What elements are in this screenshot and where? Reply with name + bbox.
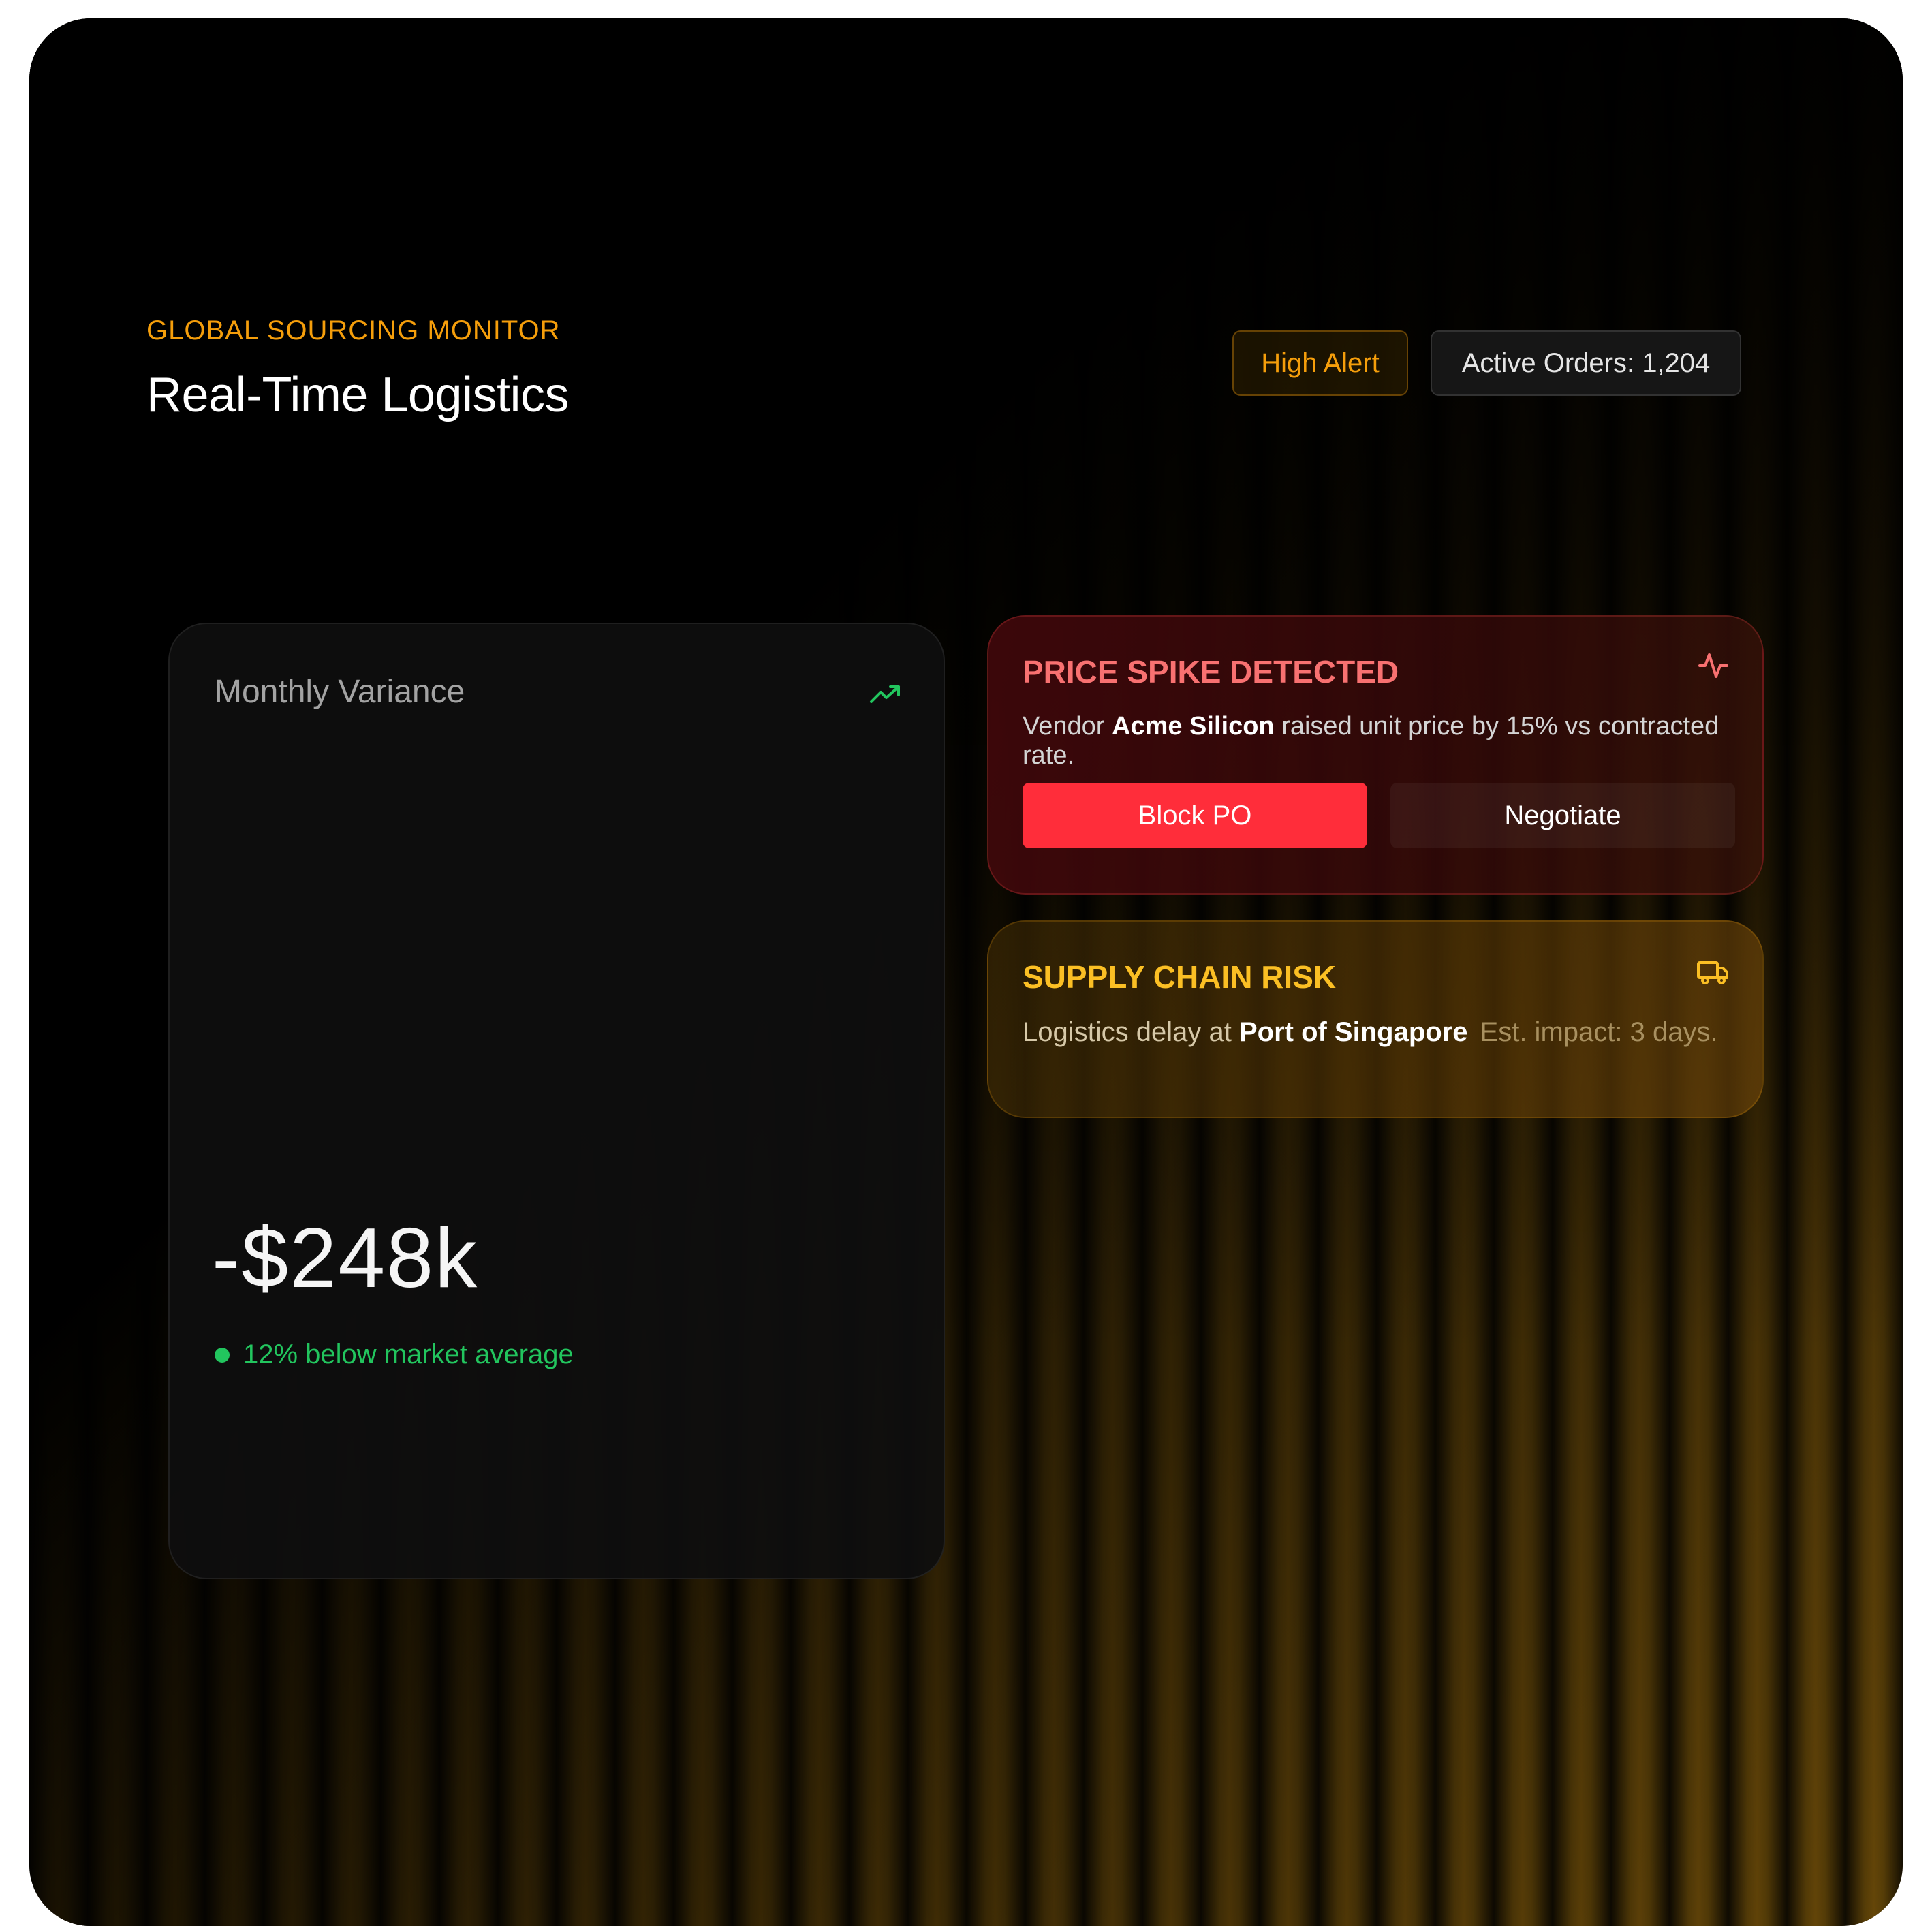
variance-value: -$248k: [212, 1211, 479, 1305]
supply-chain-risk-card: SUPPLY CHAIN RISK Logistics delay at Por…: [987, 920, 1764, 1118]
pulse-icon: [1698, 653, 1728, 678]
trending-up-icon: [870, 685, 900, 703]
app-frame: GLOBAL SOURCING MONITOR Real-Time Logist…: [29, 18, 1903, 1926]
price-spike-description: Vendor Acme Silicon raised unit price by…: [1023, 712, 1762, 771]
active-orders-badge[interactable]: Active Orders: 1,204: [1431, 330, 1741, 396]
supply-risk-description: Logistics delay at Port of Singapore Est.…: [1023, 1017, 1718, 1048]
eyebrow-label: GLOBAL SOURCING MONITOR: [146, 315, 561, 345]
supply-risk-title: SUPPLY CHAIN RISK: [1023, 959, 1337, 995]
location-name: Port of Singapore: [1238, 1017, 1468, 1047]
supply-desc-prefix: Logistics delay at: [1023, 1017, 1239, 1047]
status-dot-icon: [215, 1347, 230, 1363]
variance-note-text: 12% below market average: [243, 1339, 574, 1369]
high-alert-badge[interactable]: High Alert: [1232, 330, 1408, 396]
card-title: Monthly Variance: [215, 674, 465, 710]
truck-icon: [1697, 961, 1728, 984]
monthly-variance-card: Monthly Variance -$248k 12% below market…: [168, 623, 945, 1579]
block-po-button[interactable]: Block PO: [1023, 783, 1367, 848]
vendor-name: Acme Silicon: [1112, 712, 1275, 741]
impact-estimate: Est. impact: 3 days.: [1480, 1017, 1718, 1047]
price-spike-card: PRICE SPIKE DETECTED Vendor Acme Silicon…: [987, 615, 1764, 895]
page-title: Real-Time Logistics: [146, 368, 570, 422]
variance-note: 12% below market average: [215, 1339, 574, 1370]
price-desc-prefix: Vendor: [1023, 712, 1112, 741]
price-spike-title: PRICE SPIKE DETECTED: [1023, 654, 1399, 689]
negotiate-button[interactable]: Negotiate: [1390, 783, 1735, 848]
